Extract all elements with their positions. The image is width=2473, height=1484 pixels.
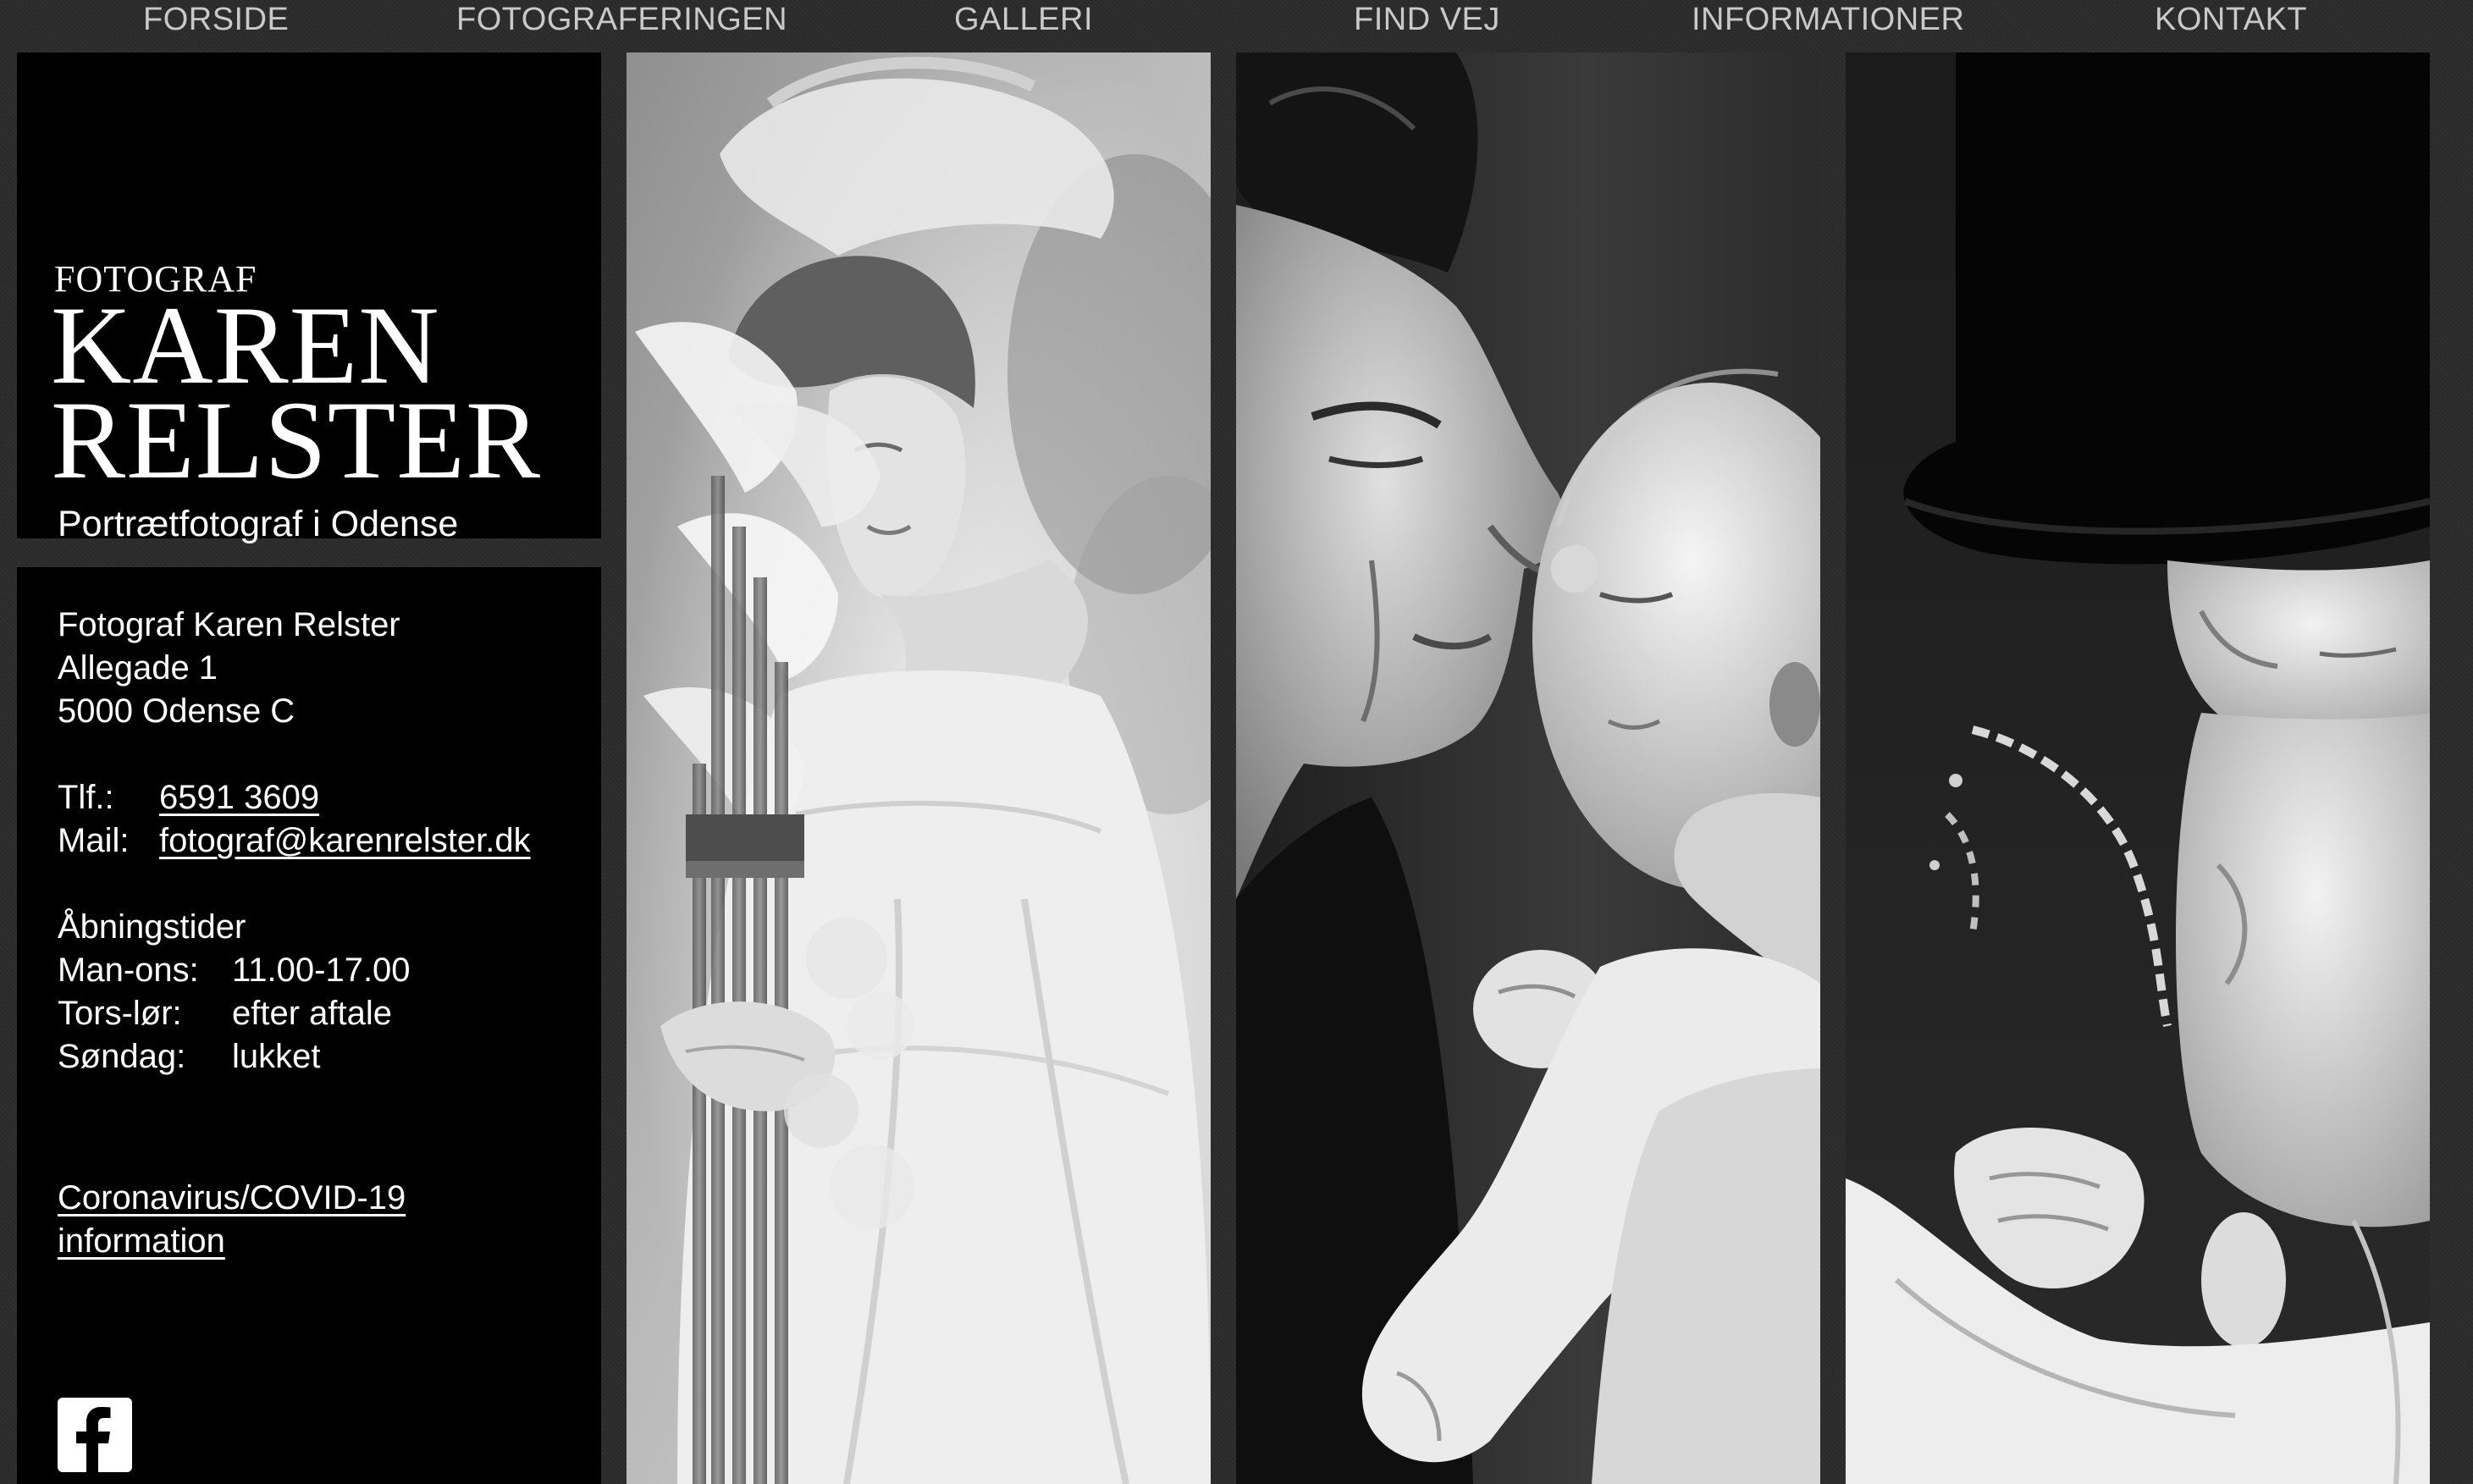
nav-item-find-vej[interactable]: FIND VEJ bbox=[1354, 0, 1500, 39]
photo-bride-with-flowers[interactable] bbox=[627, 52, 1211, 1484]
nav-item-kontakt[interactable]: KONTAKT bbox=[2155, 0, 2307, 39]
phone-link[interactable]: 6591 3609 bbox=[159, 779, 319, 816]
facebook-icon[interactable] bbox=[58, 1398, 132, 1472]
hours-time: efter aftale bbox=[232, 995, 393, 1032]
hours-day: Man-ons: bbox=[58, 952, 199, 989]
hours-time: lukket bbox=[232, 1038, 321, 1075]
hours-row: Tors-lør: efter aftale bbox=[58, 992, 392, 1035]
hours-row: Man-ons: 11.00-17.00 bbox=[58, 949, 411, 992]
phone-row: Tlf.: 6591 3609 bbox=[58, 776, 319, 819]
nav-item-galleri[interactable]: GALLERI bbox=[954, 0, 1093, 39]
logo-tagline: Portrætfotograf i Odense bbox=[58, 504, 459, 544]
contact-info-panel: Fotograf Karen Relster Allegade 1 5000 O… bbox=[17, 567, 601, 1484]
nav-item-forside[interactable]: FORSIDE bbox=[143, 0, 289, 39]
covid-info-link-continued[interactable]: information bbox=[58, 1222, 225, 1260]
studio-street: Allegade 1 bbox=[58, 649, 218, 687]
bride-photo-image bbox=[627, 52, 1211, 1484]
logo-panel[interactable]: FOTOGRAF KAREN RELSTER Portrætfotograf i… bbox=[17, 52, 601, 544]
covid-info-link[interactable]: Coronavirus/COVID-19 bbox=[58, 1179, 406, 1216]
facebook-logo-shape bbox=[76, 1407, 111, 1472]
father-baby-photo-image bbox=[1236, 52, 1820, 1484]
hours-time: 11.00-17.00 bbox=[232, 952, 411, 989]
mail-label: Mail: bbox=[58, 822, 130, 859]
studio-city: 5000 Odense C bbox=[58, 692, 295, 730]
logo-name-last: RELSTER bbox=[51, 378, 542, 502]
photo-father-and-baby[interactable] bbox=[1236, 52, 1820, 1484]
mail-row: Mail: fotograf@karenrelster.dk bbox=[58, 819, 531, 863]
nav-item-fotograferingen[interactable]: FOTOGRAFERINGEN bbox=[456, 0, 787, 39]
hours-row: Søndag: lukket bbox=[58, 1035, 321, 1079]
mail-link[interactable]: fotograf@karenrelster.dk bbox=[159, 822, 531, 859]
opening-hours-title: Åbningstider bbox=[58, 908, 246, 946]
photo-baby-with-hat[interactable] bbox=[1846, 52, 2430, 1484]
covid-link-line1-wrap: Coronavirus/COVID-19 bbox=[58, 1177, 406, 1220]
studio-name: Fotograf Karen Relster bbox=[58, 606, 400, 643]
hours-day: Tors-lør: bbox=[58, 995, 182, 1032]
covid-link-line2-wrap: information bbox=[58, 1220, 225, 1263]
phone-label: Tlf.: bbox=[58, 779, 114, 816]
hours-day: Søndag: bbox=[58, 1038, 186, 1075]
baby-hat-photo-image bbox=[1846, 52, 2430, 1484]
nav-item-informationer[interactable]: INFORMATIONER bbox=[1692, 0, 1964, 39]
main-navigation: FORSIDE FOTOGRAFERINGEN GALLERI FIND VEJ… bbox=[0, 0, 2473, 44]
